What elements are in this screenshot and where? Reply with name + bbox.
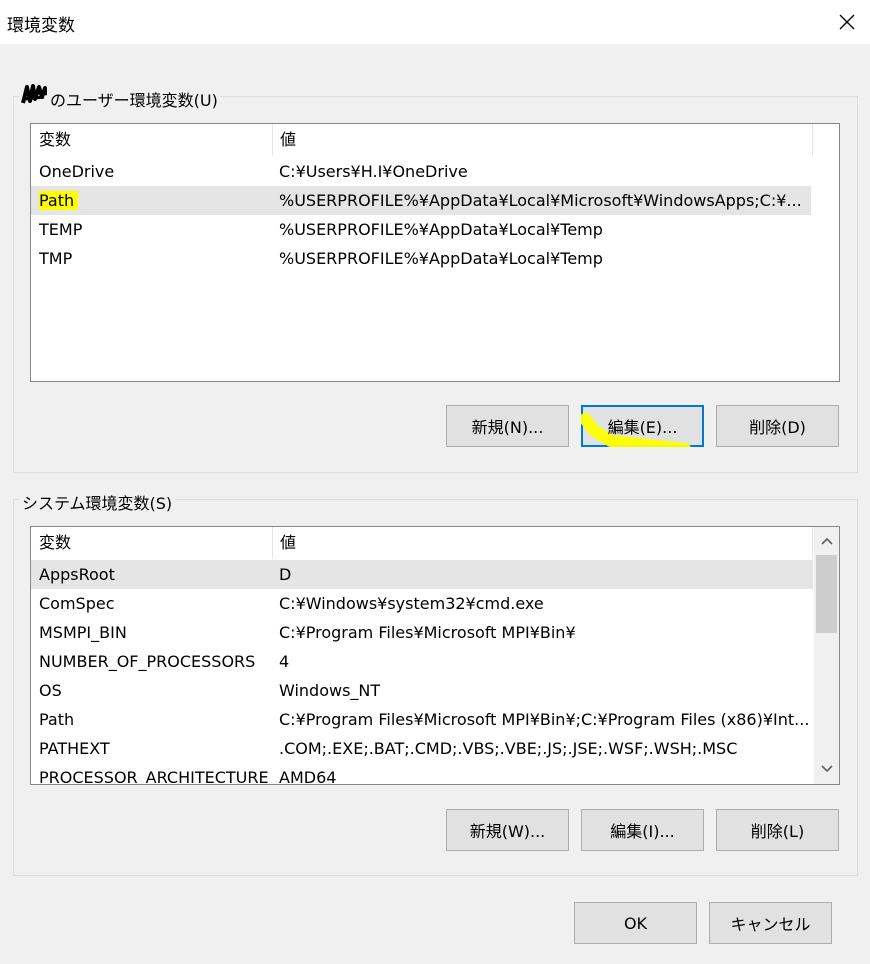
variable-value: %USERPROFILE%¥AppData¥Local¥Temp: [279, 249, 603, 268]
table-row[interactable]: PATHEXT .COM;.EXE;.BAT;.CMD;.VBS;.VBE;.J…: [31, 734, 813, 763]
system-delete-button[interactable]: 削除(L): [716, 809, 839, 851]
table-row[interactable]: OneDrive C:¥Users¥H.I¥OneDrive: [31, 157, 811, 186]
list-header: 変数 値: [31, 124, 839, 156]
close-icon: [839, 14, 855, 30]
system-variables-list[interactable]: 変数 値 AppsRoot D ComSpec C:¥Windows¥syste…: [30, 526, 840, 785]
variable-name: TEMP: [39, 220, 83, 239]
variable-name: PATHEXT: [39, 739, 110, 758]
variable-name: PROCESSOR_ARCHITECTURE: [39, 768, 269, 785]
system-edit-button[interactable]: 編集(I)...: [581, 809, 704, 851]
user-variables-list[interactable]: 変数 値 OneDrive C:¥Users¥H.I¥OneDrive Path…: [30, 123, 840, 382]
close-button[interactable]: [824, 0, 870, 44]
chevron-up-icon: [820, 537, 833, 545]
user-delete-button[interactable]: 削除(D): [716, 405, 839, 447]
table-row[interactable]: ComSpec C:¥Windows¥system32¥cmd.exe: [31, 589, 813, 618]
list-header: 変数 値: [31, 527, 813, 559]
title-bar: 環境変数: [0, 0, 870, 44]
path-highlight: Path: [39, 191, 79, 210]
scroll-down-button[interactable]: [814, 758, 839, 780]
table-row[interactable]: AppsRoot D: [31, 560, 813, 589]
table-row[interactable]: Path C:¥Program Files¥Microsoft MPI¥Bin¥…: [31, 705, 813, 734]
redacted-username-scribble: [20, 83, 50, 107]
column-header-variable[interactable]: 変数: [31, 124, 273, 156]
cancel-button[interactable]: キャンセル: [709, 902, 832, 944]
variable-name: MSMPI_BIN: [39, 623, 127, 642]
variable-value: Windows_NT: [279, 681, 381, 700]
variable-value: C:¥Program Files¥Microsoft MPI¥Bin¥;C:¥P…: [279, 710, 809, 729]
variable-value: %USERPROFILE%¥AppData¥Local¥Microsoft¥Wi…: [279, 191, 802, 210]
variable-name: NUMBER_OF_PROCESSORS: [39, 652, 256, 671]
chevron-down-icon: [820, 765, 833, 773]
variable-value: D: [279, 565, 292, 584]
scroll-up-button[interactable]: [814, 530, 839, 552]
user-variables-label: のユーザー環境変数(U): [47, 87, 221, 111]
ok-button[interactable]: OK: [574, 902, 697, 944]
variable-value: C:¥Windows¥system32¥cmd.exe: [279, 594, 544, 613]
variable-value: AMD64: [279, 768, 337, 785]
table-row[interactable]: MSMPI_BIN C:¥Program Files¥Microsoft MPI…: [31, 618, 813, 647]
column-header-value[interactable]: 値: [272, 124, 813, 156]
variable-name: Path: [39, 186, 79, 215]
variable-value: C:¥Users¥H.I¥OneDrive: [279, 162, 468, 181]
table-row[interactable]: NUMBER_OF_PROCESSORS 4: [31, 647, 813, 676]
system-variables-label: システム環境変数(S): [19, 490, 176, 514]
variable-name: TMP: [39, 249, 73, 268]
variable-name: OS: [39, 681, 62, 700]
table-row[interactable]: TMP %USERPROFILE%¥AppData¥Local¥Temp: [31, 244, 811, 273]
column-header-variable[interactable]: 変数: [31, 527, 273, 559]
environment-variables-dialog: 環境変数 のユーザー環境変数(U) 変数 値 OneDrive C:¥Users…: [0, 0, 870, 964]
variable-name: Path: [39, 710, 75, 729]
table-row[interactable]: TEMP %USERPROFILE%¥AppData¥Local¥Temp: [31, 215, 811, 244]
vertical-scrollbar[interactable]: [814, 527, 839, 784]
variable-value: C:¥Program Files¥Microsoft MPI¥Bin¥: [279, 623, 576, 642]
table-row[interactable]: OS Windows_NT: [31, 676, 813, 705]
table-row[interactable]: PROCESSOR_ARCHITECTURE AMD64: [31, 763, 813, 785]
system-new-button[interactable]: 新規(W)...: [446, 809, 569, 851]
table-row-path-selected[interactable]: Path %USERPROFILE%¥AppData¥Local¥Microso…: [31, 186, 811, 215]
column-header-value[interactable]: 値: [272, 527, 813, 559]
variable-value: .COM;.EXE;.BAT;.CMD;.VBS;.VBE;.JS;.JSE;.…: [279, 739, 738, 758]
user-edit-label: 編集(E)...: [607, 418, 678, 437]
variable-value: %USERPROFILE%¥AppData¥Local¥Temp: [279, 220, 603, 239]
user-new-button[interactable]: 新規(N)...: [446, 405, 569, 447]
variable-name: ComSpec: [39, 594, 115, 613]
variable-name: OneDrive: [39, 162, 115, 181]
variable-name: AppsRoot: [39, 565, 115, 584]
user-edit-button[interactable]: 編集(E)...: [581, 405, 704, 447]
variable-value: 4: [279, 652, 290, 671]
scroll-thumb[interactable]: [816, 555, 837, 633]
window-title: 環境変数: [7, 16, 75, 36]
